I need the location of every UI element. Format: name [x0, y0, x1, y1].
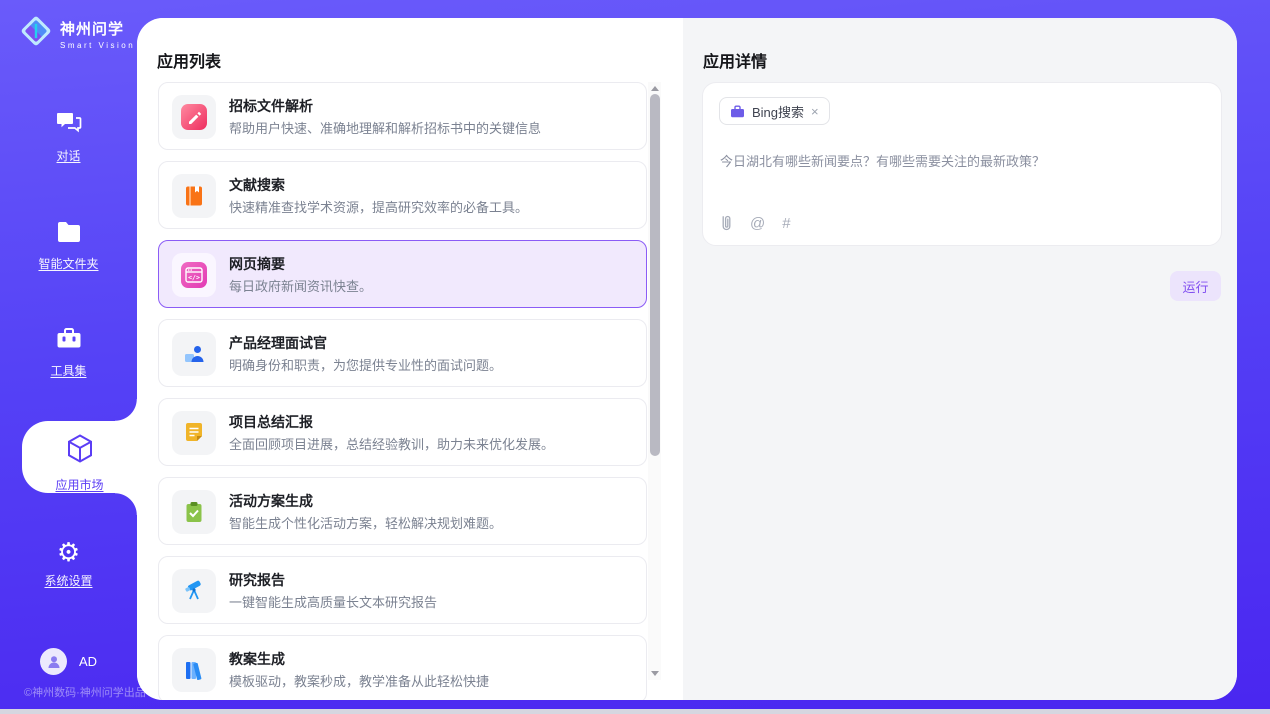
app-card-desc: 快速精准查找学术资源，提高研究效率的必备工具。 [229, 197, 528, 216]
app-card-desc: 智能生成个性化活动方案，轻松解决规划难题。 [229, 513, 502, 532]
briefcase-icon [730, 105, 745, 118]
logo-title: 神州问学 [60, 18, 135, 39]
svg-text:</>: </> [188, 274, 200, 282]
app-card-title: 网页摘要 [229, 254, 285, 274]
user-account[interactable]: AD [40, 648, 97, 675]
scrollbar-thumb[interactable] [650, 94, 660, 456]
app-card-web-summary[interactable]: </> 网页摘要 每日政府新闻资讯快查。 [158, 240, 647, 308]
gear-icon: ⚙ [57, 540, 80, 566]
sidebar-item-app-market[interactable]: 应用市场 [22, 421, 137, 493]
prompt-text[interactable]: 今日湖北有哪些新闻要点？有哪些需要关注的最新政策？ [720, 151, 1200, 170]
run-button[interactable]: 运行 [1170, 271, 1221, 301]
scrollbar-down-arrow[interactable] [648, 667, 661, 680]
app-detail-title: 应用详情 [703, 48, 767, 72]
app-list-panel: 应用列表 招标文件解析 帮助用户快速、准确地理解和解析招标书中的关键信息 [137, 18, 683, 700]
app-card-research-report[interactable]: 研究报告 一键智能生成高质量长文本研究报告 [158, 556, 647, 624]
sidebar-item-toolset[interactable]: 工具集 [0, 326, 137, 379]
app-card-literature-search[interactable]: 文献搜索 快速精准查找学术资源，提高研究效率的必备工具。 [158, 161, 647, 229]
app-logo: 神州问学 Smart Vision [18, 13, 135, 54]
tag-close-icon[interactable]: × [811, 105, 819, 118]
folder-icon [55, 220, 83, 246]
tool-tag-bing-search[interactable]: Bing搜索 × [719, 97, 830, 125]
user-avatar-icon [40, 648, 67, 675]
toolbox-icon [55, 326, 83, 352]
paperclip-icon[interactable] [720, 215, 733, 232]
sidebar-item-chat[interactable]: 对话 [0, 110, 137, 164]
hash-icon[interactable]: # [782, 215, 790, 232]
tool-tag-label: Bing搜索 [752, 102, 804, 121]
copyright-footer: ©神州数码·神州问学出品 [24, 684, 146, 700]
app-list-title: 应用列表 [157, 48, 221, 72]
app-card-title: 研究报告 [229, 570, 285, 590]
sidebar-item-label: 智能文件夹 [0, 255, 137, 272]
sidebar-item-label: 应用市场 [22, 476, 137, 493]
app-list-scrollbar[interactable] [648, 82, 661, 680]
app-card-desc: 一键智能生成高质量长文本研究报告 [229, 592, 437, 611]
sidebar-item-label: 工具集 [0, 362, 137, 379]
sidebar-item-label: 对话 [0, 147, 137, 164]
interviewer-icon [172, 332, 216, 376]
telescope-icon [172, 569, 216, 613]
at-icon[interactable]: @ [750, 215, 765, 232]
logo-diamond-icon [18, 13, 54, 54]
app-card-title: 项目总结汇报 [229, 412, 313, 432]
prompt-input-card[interactable]: Bing搜索 × 今日湖北有哪些新闻要点？有哪些需要关注的最新政策？ @ # [702, 82, 1222, 246]
cube-icon [65, 452, 95, 469]
app-card-title: 招标文件解析 [229, 96, 313, 116]
app-card-desc: 帮助用户快速、准确地理解和解析招标书中的关键信息 [229, 118, 541, 137]
sidebar-item-settings[interactable]: ⚙ 系统设置 [0, 540, 137, 589]
app-card-project-summary[interactable]: 项目总结汇报 全面回顾项目进展，总结经验教训，助力未来优化发展。 [158, 398, 647, 466]
app-detail-panel: 应用详情 Bing搜索 × 今日湖北有哪些新闻要点？有哪些需要关注的最新政策？ [683, 18, 1237, 700]
note-icon [172, 411, 216, 455]
sidebar-item-label: 系统设置 [0, 572, 137, 589]
app-card-desc: 模板驱动，教案秒成，教学准备从此轻松快捷 [229, 671, 489, 690]
sidebar-item-smart-folder[interactable]: 智能文件夹 [0, 220, 137, 272]
web-code-icon: </> [172, 253, 216, 297]
app-card-title: 文献搜索 [229, 175, 285, 195]
chat-icon [55, 110, 83, 136]
books-icon [172, 648, 216, 692]
app-card-desc: 明确身份和职责，为您提供专业性的面试问题。 [229, 355, 502, 374]
app-card-desc: 每日政府新闻资讯快查。 [229, 276, 372, 295]
app-card-desc: 全面回顾项目进展，总结经验教训，助力未来优化发展。 [229, 434, 554, 453]
logo-subtitle: Smart Vision [60, 41, 135, 50]
sidebar: 神州问学 Smart Vision 对话 智能文件夹 [0, 0, 137, 714]
input-toolbar: @ # [720, 215, 791, 232]
app-list: 招标文件解析 帮助用户快速、准确地理解和解析招标书中的关键信息 文献搜索 快速精… [158, 82, 647, 700]
bottom-edge-strip [0, 709, 1270, 714]
app-card-title: 教案生成 [229, 649, 285, 669]
edit-document-icon [172, 95, 216, 139]
app-card-bid-analysis[interactable]: 招标文件解析 帮助用户快速、准确地理解和解析招标书中的关键信息 [158, 82, 647, 150]
clipboard-check-icon [172, 490, 216, 534]
user-name: AD [79, 654, 97, 669]
app-card-title: 活动方案生成 [229, 491, 313, 511]
app-frame: 神州问学 Smart Vision 对话 智能文件夹 [0, 0, 1270, 714]
app-card-pm-interviewer[interactable]: 产品经理面试官 明确身份和职责，为您提供专业性的面试问题。 [158, 319, 647, 387]
main-content: 应用列表 招标文件解析 帮助用户快速、准确地理解和解析招标书中的关键信息 [137, 18, 1237, 700]
app-card-event-plan[interactable]: 活动方案生成 智能生成个性化活动方案，轻松解决规划难题。 [158, 477, 647, 545]
app-card-lesson-plan[interactable]: 教案生成 模板驱动，教案秒成，教学准备从此轻松快捷 [158, 635, 647, 700]
book-icon [172, 174, 216, 218]
app-card-title: 产品经理面试官 [229, 333, 327, 353]
